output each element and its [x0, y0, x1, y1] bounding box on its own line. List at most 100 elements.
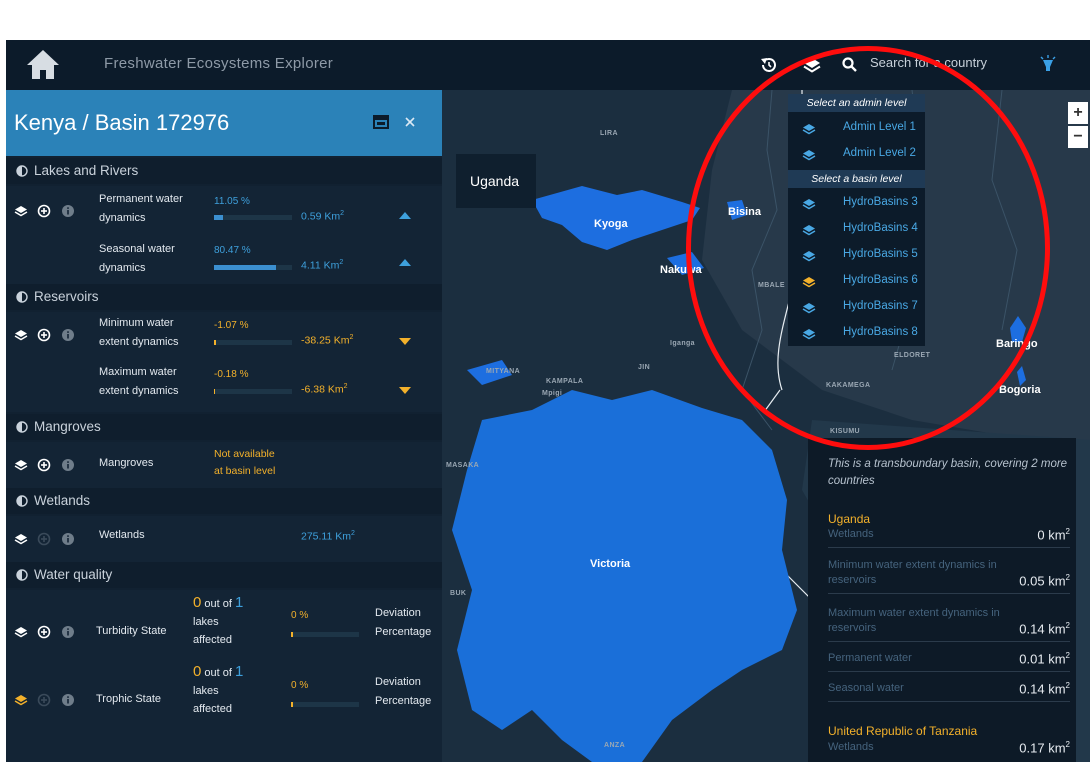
- layers-icon[interactable]: [14, 458, 28, 472]
- deviation-label: Deviation Percentage: [375, 676, 432, 707]
- info-icon[interactable]: [61, 532, 75, 546]
- menu-item-admin-level-1[interactable]: Admin Level 1: [788, 116, 925, 141]
- layers-icon[interactable]: [801, 54, 823, 76]
- menu-item-label: HydroBasins 8: [843, 326, 918, 338]
- indicator-name: Trophic State: [96, 693, 162, 705]
- menu-item-hydrobasins-8[interactable]: HydroBasins 8: [788, 321, 925, 346]
- indicator-percent: 0 %: [291, 610, 309, 621]
- indicator-percent: -1.07 %: [214, 320, 249, 331]
- info-row: Wetlands 0.17 km2: [828, 739, 1070, 755]
- map-town-label: ELDORET: [894, 352, 931, 359]
- transboundary-panel: This is a transboundary basin, covering …: [808, 438, 1076, 762]
- section-water-quality[interactable]: Water quality: [6, 562, 442, 588]
- map-town-label: ANZA: [604, 742, 626, 749]
- menu-item-label: HydroBasins 4: [843, 222, 918, 234]
- info-row: Seasonal water 0.14 km2: [828, 674, 1070, 702]
- map-town-label: KAKAMEGA: [826, 382, 871, 389]
- page-title: Kenya / Basin 172976: [14, 110, 230, 135]
- info-row: Maximum water extent dynamics in reservo…: [828, 596, 1070, 642]
- indicator-percent: 80.47 %: [214, 245, 251, 256]
- map-label-baringo: Baringo: [996, 338, 1038, 350]
- section-title: Reservoirs: [34, 289, 99, 304]
- menu-item-label: HydroBasins 7: [843, 300, 918, 312]
- lakes-affected: 0 out of 1 lakes affected: [193, 663, 244, 715]
- lightbulb-icon[interactable]: [1037, 54, 1059, 76]
- indicator-percent: -0.18 %: [214, 369, 249, 380]
- map-town-label: JIN: [638, 364, 651, 371]
- info-icon[interactable]: [61, 693, 75, 707]
- add-circle-icon[interactable]: [37, 458, 51, 472]
- section-mangroves[interactable]: Mangroves: [6, 414, 442, 440]
- maximize-icon[interactable]: [373, 114, 389, 130]
- half-circle-icon: [16, 495, 28, 507]
- indicator-area: -6.38 Km2: [301, 383, 348, 396]
- map-town-label: BUK: [450, 590, 467, 597]
- section-title: Water quality: [34, 567, 113, 582]
- layers-icon: [802, 329, 816, 340]
- progress-bar: [291, 632, 359, 637]
- menu-item-hydrobasins-5[interactable]: HydroBasins 5: [788, 243, 925, 268]
- menu-item-admin-level-2[interactable]: Admin Level 2: [788, 142, 925, 167]
- home-icon[interactable]: [26, 48, 60, 80]
- menu-item-hydrobasins-4[interactable]: HydroBasins 4: [788, 217, 925, 242]
- layers-icon[interactable]: [14, 204, 28, 218]
- section-lakes-rivers[interactable]: Lakes and Rivers: [6, 158, 442, 184]
- info-row: Wetlands 0 km2: [828, 526, 1070, 548]
- menu-item-hydrobasins-7[interactable]: HydroBasins 7: [788, 295, 925, 320]
- indicator-name: Turbidity State: [96, 625, 167, 637]
- info-icon[interactable]: [61, 458, 75, 472]
- search-input[interactable]: Search for a country: [870, 55, 987, 70]
- indicator-group-reservoirs: Minimum water extent dynamics -1.07 % -3…: [6, 312, 442, 412]
- indicator-group-mangroves: Mangroves Not available at basin level: [6, 442, 442, 488]
- add-circle-icon[interactable]: [37, 328, 51, 342]
- app-window: Freshwater Ecosystems Explorer Search fo…: [6, 40, 1090, 762]
- boundary-level-dropdown: Select an admin level Admin Level 1 Admi…: [788, 94, 925, 346]
- map-town-label: MITYANA: [486, 368, 521, 375]
- menu-item-label: Admin Level 1: [843, 121, 916, 133]
- close-icon[interactable]: [402, 114, 418, 130]
- section-wetlands[interactable]: Wetlands: [6, 488, 442, 514]
- arrow-down-icon: [399, 387, 411, 394]
- dropdown-header-basin: Select a basin level: [788, 170, 925, 188]
- info-row: Permanent water 0.01 km2: [828, 644, 1070, 672]
- section-title: Wetlands: [34, 493, 91, 508]
- add-circle-icon: [37, 693, 51, 707]
- indicator-area: 4.11 Km2: [301, 259, 344, 272]
- sidebar: Kenya / Basin 172976 Lakes and Rivers Pe…: [6, 90, 442, 762]
- indicator-name: Mangroves: [99, 457, 154, 469]
- search-icon[interactable]: [839, 54, 861, 76]
- history-icon[interactable]: [758, 54, 780, 76]
- lakes-affected: 0 out of 1 lakes affected: [193, 594, 244, 646]
- map-town-label: KISUMU: [830, 428, 861, 435]
- menu-item-hydrobasins-6[interactable]: HydroBasins 6: [788, 269, 925, 294]
- layers-icon[interactable]: [14, 625, 28, 639]
- arrow-up-icon: [399, 212, 411, 219]
- sidebar-header: Kenya / Basin 172976: [6, 90, 442, 156]
- zoom-out-button[interactable]: −: [1068, 126, 1088, 148]
- indicator-area: 0.59 Km2: [301, 210, 345, 223]
- indicator-name: Minimum water extent dynamics: [99, 317, 179, 348]
- indicator-area: 275.11 Km2: [301, 530, 355, 543]
- add-circle-icon[interactable]: [37, 204, 51, 218]
- section-reservoirs[interactable]: Reservoirs: [6, 284, 442, 310]
- menu-item-hydrobasins-3[interactable]: HydroBasins 3: [788, 191, 925, 216]
- add-circle-icon: [37, 532, 51, 546]
- info-icon[interactable]: [61, 204, 75, 218]
- indicator-name: Permanent water dynamics: [99, 193, 183, 224]
- country-tooltip: Uganda: [456, 154, 536, 208]
- half-circle-icon: [16, 165, 28, 177]
- map-label-kyoga: Kyoga: [594, 218, 628, 230]
- layers-icon: [802, 251, 816, 262]
- progress-bar: [291, 702, 359, 707]
- dropdown-header-admin: Select an admin level: [788, 94, 925, 112]
- layers-icon[interactable]: [14, 328, 28, 342]
- map-label-bisina: Bisina: [728, 206, 762, 218]
- add-circle-icon[interactable]: [37, 625, 51, 639]
- layers-icon[interactable]: [14, 532, 28, 546]
- half-circle-icon: [16, 569, 28, 581]
- section-title: Lakes and Rivers: [34, 163, 139, 178]
- info-icon[interactable]: [61, 625, 75, 639]
- layers-icon[interactable]: [14, 693, 28, 707]
- zoom-in-button[interactable]: +: [1068, 102, 1088, 124]
- info-icon[interactable]: [61, 328, 75, 342]
